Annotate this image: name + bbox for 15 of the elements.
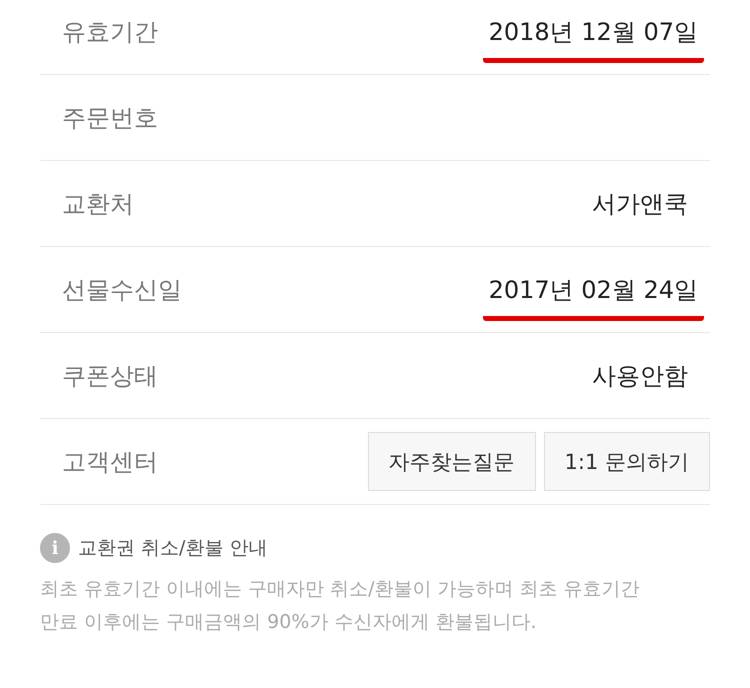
- notice-title: 교환권 취소/환불 안내: [78, 536, 268, 561]
- row-label: 유효기간: [62, 16, 158, 48]
- row-value: 사용안함: [592, 360, 688, 392]
- row-label: 주문번호: [62, 102, 158, 134]
- help-button[interactable]: 자주찾는질문: [368, 432, 536, 491]
- notice-text: 최초 유효기간 이내에는 구매자만 취소/환불이 가능하며 최초 유효기간 만료 이후에는 구매금액의 90%가 수신자에게 환불됩니다.: [40, 577, 641, 635]
- row-label: 교환처: [62, 188, 134, 220]
- row-label: 선물수신일: [62, 274, 182, 306]
- row-label: 고객센터: [62, 446, 158, 478]
- row-value: 2018년 12월 07일: [482, 16, 704, 62]
- row-value: 서가앤쿡: [592, 188, 688, 220]
- info-icon: i: [40, 533, 70, 563]
- row-label: 쿠폰상태: [62, 360, 158, 392]
- row-value: 2017년 02월 24일: [482, 274, 704, 320]
- help-button[interactable]: 1:1 문의하기: [544, 432, 710, 491]
